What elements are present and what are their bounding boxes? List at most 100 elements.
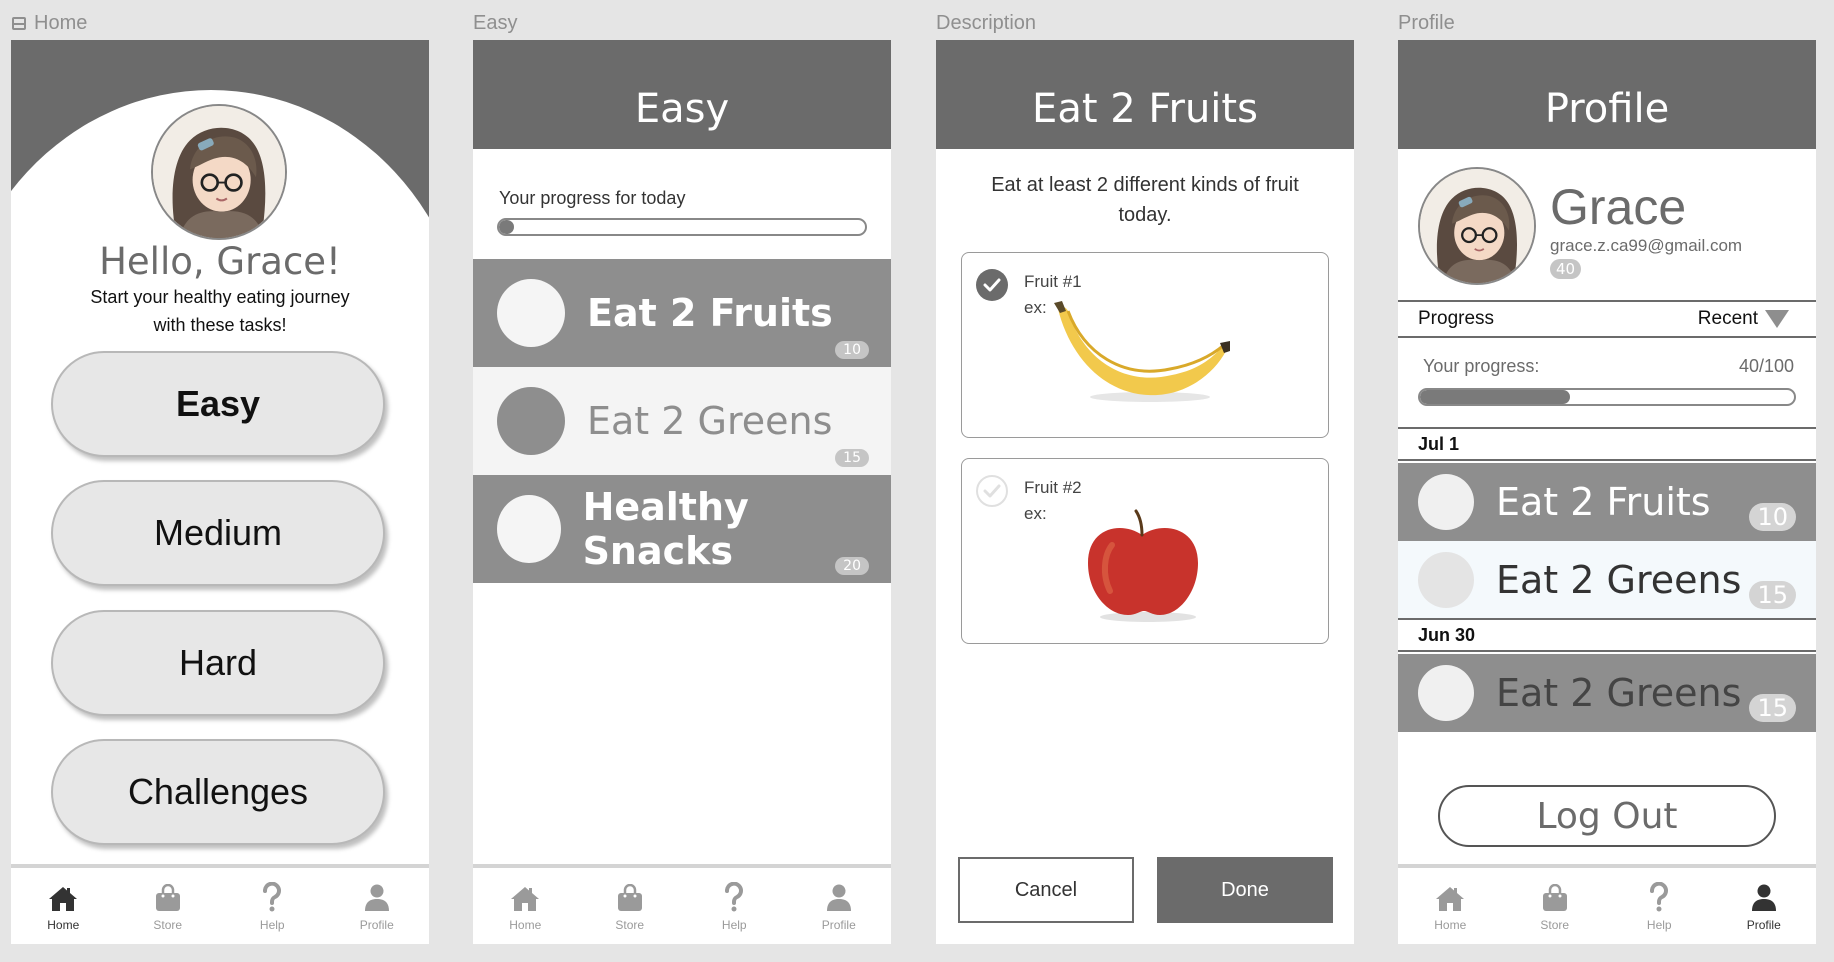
frame-label-text: Description xyxy=(936,12,1037,34)
task-description: Eat at least 2 different kinds of fruit … xyxy=(966,170,1324,230)
greeting: Hello, Grace! xyxy=(99,240,341,283)
tab-bar: Home Store Help Profile xyxy=(11,864,429,944)
frame-label-description: Description xyxy=(936,12,1036,35)
tab-label: Home xyxy=(509,918,542,932)
description-line-1: Eat at least 2 different kinds of fruit xyxy=(991,174,1299,196)
progress-label: Your progress for today xyxy=(499,188,686,208)
avatar-image xyxy=(153,106,285,238)
points-badge: 15 xyxy=(835,449,869,467)
cancel-button[interactable]: Cancel xyxy=(958,857,1134,923)
progress-fill xyxy=(1420,390,1570,404)
tab-home[interactable]: Home xyxy=(473,868,578,944)
medium-button[interactable]: Medium xyxy=(51,480,385,586)
tab-label: Home xyxy=(1434,918,1467,932)
task-name: Eat 2 Greens xyxy=(1496,671,1742,715)
tab-profile[interactable]: Profile xyxy=(787,868,892,944)
frame-label-text: Easy xyxy=(473,12,518,34)
description-screen: Eat 2 Fruits Eat at least 2 different ki… xyxy=(936,40,1354,944)
task-row-snacks[interactable]: Healthy Snacks 20 xyxy=(473,475,891,583)
person-icon xyxy=(1751,884,1777,912)
frame-label-profile: Profile xyxy=(1398,12,1455,35)
task-checkbox xyxy=(1418,552,1474,608)
shopping-bag-icon xyxy=(155,884,181,912)
apple-image xyxy=(1088,509,1198,622)
tab-help[interactable]: Help xyxy=(220,868,325,944)
check-circle-icon[interactable] xyxy=(976,475,1008,507)
history-row[interactable]: Eat 2 Greens 15 xyxy=(1398,541,1816,619)
person-icon xyxy=(364,884,390,912)
date-label: Jul 1 xyxy=(1418,434,1460,454)
tab-profile[interactable]: Profile xyxy=(325,868,430,944)
subtitle-line-2: with these tasks! xyxy=(153,315,287,335)
avatar[interactable] xyxy=(151,104,287,240)
logout-button[interactable]: Log Out xyxy=(1438,785,1776,847)
tab-label: Profile xyxy=(1746,918,1781,932)
question-icon xyxy=(724,882,744,912)
tab-help[interactable]: Help xyxy=(1607,868,1712,944)
question-icon xyxy=(262,882,282,912)
sort-label: Recent xyxy=(1697,308,1758,329)
task-row-fruits[interactable]: Eat 2 Fruits 10 xyxy=(473,259,891,367)
tab-label: Store xyxy=(153,918,183,932)
profile-name: Grace xyxy=(1550,179,1687,235)
frame-label-home: Home xyxy=(12,12,87,35)
hard-button[interactable]: Hard xyxy=(51,610,385,716)
done-button[interactable]: Done xyxy=(1157,857,1333,923)
home-icon xyxy=(510,886,540,912)
tab-profile[interactable]: Profile xyxy=(1712,868,1817,944)
date-header: Jul 1 xyxy=(1398,427,1816,461)
challenges-button[interactable]: Challenges xyxy=(51,739,385,845)
history-row[interactable]: Eat 2 Fruits 10 xyxy=(1398,463,1816,541)
page-title: Easy xyxy=(634,86,730,132)
banana-image xyxy=(1054,301,1230,402)
header: Eat 2 Fruits xyxy=(936,40,1354,149)
task-name: Eat 2 Greens xyxy=(1496,558,1742,602)
task-checkbox[interactable] xyxy=(497,387,565,455)
question-icon xyxy=(1649,882,1669,912)
task-name: Eat 2 Fruits xyxy=(587,291,833,335)
tab-label: Profile xyxy=(359,918,394,932)
sort-dropdown[interactable]: Recent xyxy=(1698,308,1790,330)
frame-label-text: Profile xyxy=(1398,12,1455,34)
task-name: Eat 2 Fruits xyxy=(1496,480,1711,524)
home-icon xyxy=(48,886,78,912)
tab-store[interactable]: Store xyxy=(116,868,221,944)
check-circle-icon[interactable] xyxy=(976,269,1008,301)
tab-label: Help xyxy=(721,918,747,932)
task-row-greens[interactable]: Eat 2 Greens 15 xyxy=(473,367,891,475)
points-badge: 15 xyxy=(1749,694,1796,722)
tab-label: Store xyxy=(615,918,645,932)
avatar[interactable] xyxy=(1418,167,1536,285)
date-label: Jun 30 xyxy=(1418,625,1476,645)
tab-store[interactable]: Store xyxy=(578,868,683,944)
subtitle-line-1: Start your healthy eating journey xyxy=(90,287,350,307)
tab-home[interactable]: Home xyxy=(11,868,116,944)
progress-bar xyxy=(1418,388,1796,406)
history-row[interactable]: Eat 2 Greens 15 xyxy=(1398,654,1816,732)
tab-store[interactable]: Store xyxy=(1503,868,1608,944)
fruit-card-1[interactable]: Fruit #1 ex: xyxy=(961,252,1329,438)
fruit-card-2[interactable]: Fruit #2 ex: xyxy=(961,458,1329,644)
shopping-bag-icon xyxy=(617,884,643,912)
task-name: Eat 2 Greens xyxy=(587,399,833,443)
points-badge: 15 xyxy=(1749,581,1796,609)
greeting-subtitle: Start your healthy eating journey with t… xyxy=(51,283,389,339)
page-title: Profile xyxy=(1544,86,1670,132)
section-title: Progress xyxy=(1418,308,1495,329)
home-screen: Hello, Grace! Start your healthy eating … xyxy=(11,40,429,944)
triangle-down-icon xyxy=(1765,310,1789,328)
tab-help[interactable]: Help xyxy=(682,868,787,944)
frame-label-easy: Easy xyxy=(473,12,517,35)
task-checkbox[interactable] xyxy=(497,279,565,347)
tab-label: Help xyxy=(259,918,285,932)
tab-label: Store xyxy=(1540,918,1570,932)
points-badge: 40 xyxy=(1550,259,1582,279)
task-checkbox[interactable] xyxy=(497,495,561,563)
points-badge: 20 xyxy=(835,557,869,575)
task-checkbox xyxy=(1418,474,1474,530)
tab-home[interactable]: Home xyxy=(1398,868,1503,944)
easy-button[interactable]: Easy xyxy=(51,351,385,457)
progress-value: 40/100 xyxy=(1738,356,1794,376)
header: Profile xyxy=(1398,40,1816,149)
points-badge: 10 xyxy=(835,341,869,359)
